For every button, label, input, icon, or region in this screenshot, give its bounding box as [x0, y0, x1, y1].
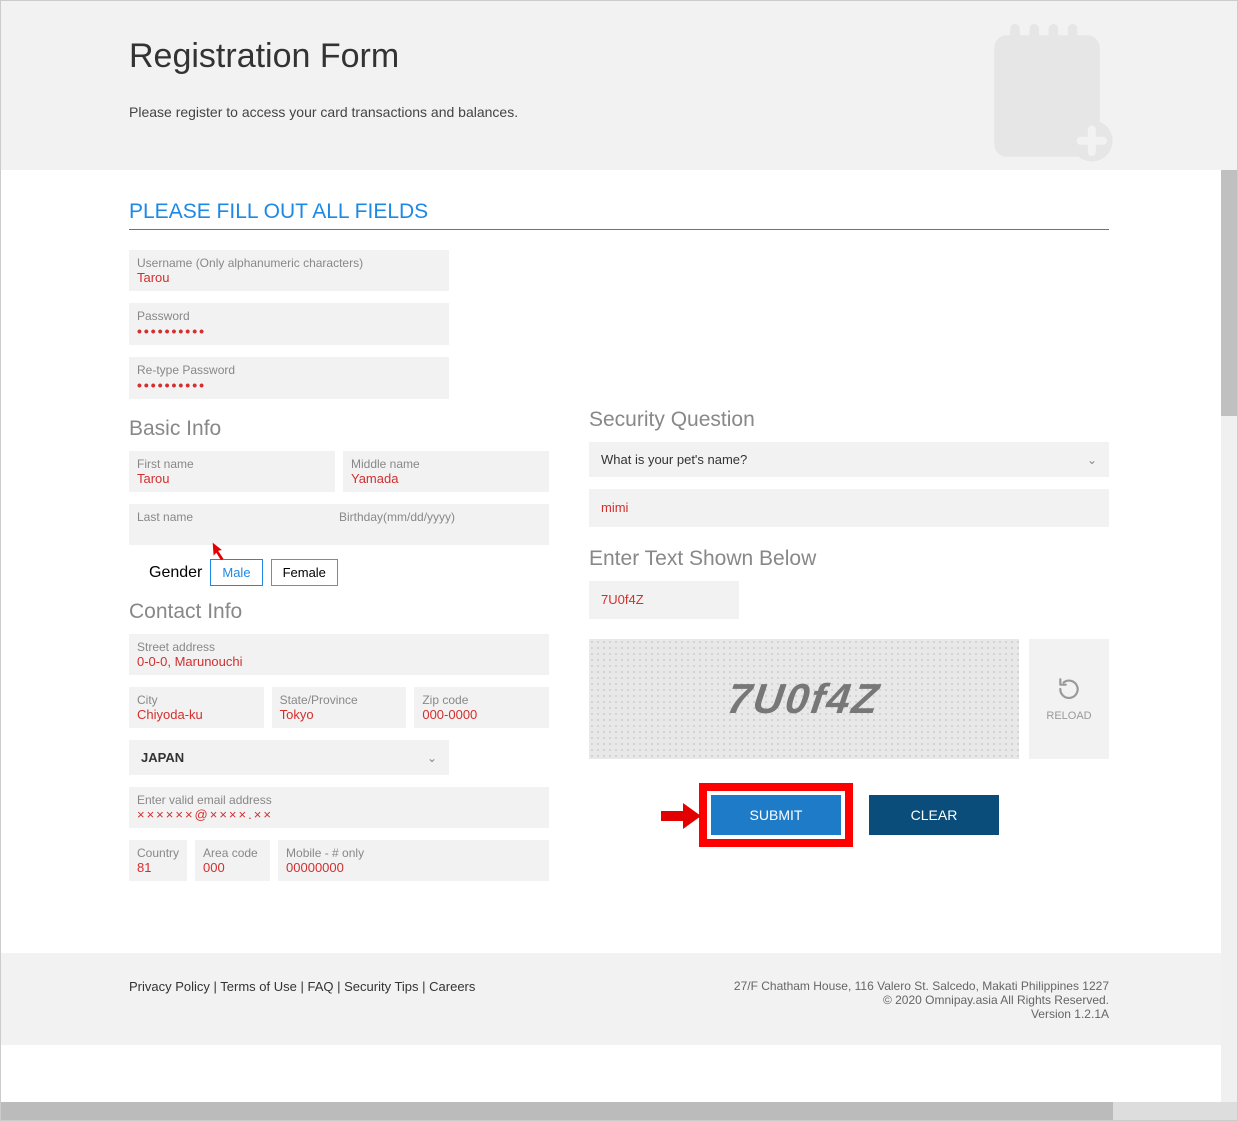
reload-label: RELOAD [1046, 710, 1091, 722]
birthday-label: Birthday(mm/dd/yyyy) [339, 510, 541, 524]
gender-label: Gender [149, 564, 202, 582]
security-question-text: What is your pet's name? [601, 452, 747, 467]
zip-label: Zip code [422, 693, 541, 707]
security-question-select[interactable]: What is your pet's name? ⌄ [589, 442, 1109, 477]
red-arrow-submit-icon [659, 801, 703, 836]
captcha-heading: Enter Text Shown Below [589, 547, 1109, 571]
footer-security-link[interactable]: Security Tips [344, 979, 418, 994]
security-question-heading: Security Question [589, 408, 1109, 432]
retype-label: Re-type Password [137, 363, 441, 377]
retype-value: •••••••••• [137, 377, 441, 393]
lastname-birthday-field[interactable]: Last name Birthday(mm/dd/yyyy) [129, 504, 549, 545]
middle-name-field[interactable]: Middle name Yamada [343, 451, 549, 492]
chevron-down-icon: ⌄ [427, 751, 437, 765]
red-arrow-gender-icon [209, 539, 231, 566]
captcha-image-text: 7U0f4Z [725, 675, 884, 723]
mobile-label: Mobile - # only [286, 846, 541, 860]
area-code-field[interactable]: Area code 000 [195, 840, 270, 881]
city-label: City [137, 693, 256, 707]
horizontal-scrollbar-thumb[interactable] [1, 1102, 1113, 1120]
contact-info-heading: Contact Info [129, 600, 549, 624]
footer-privacy-link[interactable]: Privacy Policy [129, 979, 210, 994]
footer-links: Privacy Policy | Terms of Use | FAQ | Se… [129, 979, 475, 994]
captcha-input-value: 7U0f4Z [601, 592, 644, 607]
security-answer-value: mimi [601, 500, 628, 515]
email-value: ××××××@××××.×× [137, 807, 541, 822]
submit-button[interactable]: SUBMIT [711, 795, 841, 835]
country-select[interactable]: JAPAN ⌄ [129, 740, 449, 775]
header-band: Registration Form Please register to acc… [1, 1, 1237, 170]
footer-address: 27/F Chatham House, 116 Valero St. Salce… [734, 979, 1109, 993]
clear-button[interactable]: CLEAR [869, 795, 999, 835]
footer-copyright: © 2020 Omnipay.asia All Rights Reserved. [734, 993, 1109, 1007]
footer-careers-link[interactable]: Careers [429, 979, 475, 994]
zip-field[interactable]: Zip code 000-0000 [414, 687, 549, 728]
last-name-label: Last name [137, 510, 339, 524]
submit-highlight-box: SUBMIT [699, 783, 853, 847]
gender-female-button[interactable]: Female [271, 559, 338, 586]
username-field[interactable]: Username (Only alphanumeric characters) … [129, 250, 449, 291]
area-code-value: 000 [203, 860, 262, 875]
first-name-field[interactable]: First name Tarou [129, 451, 335, 492]
city-field[interactable]: City Chiyoda-ku [129, 687, 264, 728]
captcha-input[interactable]: 7U0f4Z [589, 581, 739, 619]
username-value: Tarou [137, 270, 441, 285]
city-value: Chiyoda-ku [137, 707, 256, 722]
page-subtitle: Please register to access your card tran… [129, 104, 1109, 120]
first-name-label: First name [137, 457, 327, 471]
phone-country-value: 81 [137, 860, 179, 875]
security-answer-input[interactable]: mimi [589, 489, 1109, 527]
captcha-image: 7U0f4Z [589, 639, 1019, 759]
footer-version: Version 1.2.1A [734, 1007, 1109, 1021]
country-selected: JAPAN [141, 750, 184, 765]
first-name-value: Tarou [137, 471, 327, 486]
phone-country-field[interactable]: Country 81 [129, 840, 187, 881]
street-field[interactable]: Street address 0-0-0, Marunouchi [129, 634, 549, 675]
state-field[interactable]: State/Province Tokyo [272, 687, 407, 728]
reload-icon [1056, 676, 1082, 702]
phone-country-label: Country [137, 846, 179, 860]
password-label: Password [137, 309, 441, 323]
password-value: •••••••••• [137, 323, 441, 339]
state-value: Tokyo [280, 707, 399, 722]
horizontal-scrollbar-track[interactable] [1, 1102, 1237, 1120]
state-label: State/Province [280, 693, 399, 707]
mobile-value: 00000000 [286, 860, 541, 875]
middle-name-label: Middle name [351, 457, 541, 471]
mobile-field[interactable]: Mobile - # only 00000000 [278, 840, 549, 881]
basic-info-heading: Basic Info [129, 417, 549, 441]
street-value: 0-0-0, Marunouchi [137, 654, 541, 669]
middle-name-value: Yamada [351, 471, 541, 486]
footer: Privacy Policy | Terms of Use | FAQ | Se… [1, 953, 1237, 1045]
username-label: Username (Only alphanumeric characters) [137, 256, 441, 270]
email-label: Enter valid email address [137, 793, 541, 807]
notepad-icon [967, 16, 1127, 170]
footer-terms-link[interactable]: Terms of Use [220, 979, 297, 994]
zip-value: 000-0000 [422, 707, 541, 722]
page-title: Registration Form [129, 37, 1109, 76]
reload-captcha-button[interactable]: RELOAD [1029, 639, 1109, 759]
retype-password-field[interactable]: Re-type Password •••••••••• [129, 357, 449, 399]
area-code-label: Area code [203, 846, 262, 860]
section-title: PLEASE FILL OUT ALL FIELDS [129, 200, 1109, 230]
footer-faq-link[interactable]: FAQ [307, 979, 333, 994]
street-label: Street address [137, 640, 541, 654]
password-field[interactable]: Password •••••••••• [129, 303, 449, 345]
chevron-down-icon: ⌄ [1087, 453, 1097, 467]
email-field[interactable]: Enter valid email address ××××××@××××.×× [129, 787, 549, 828]
